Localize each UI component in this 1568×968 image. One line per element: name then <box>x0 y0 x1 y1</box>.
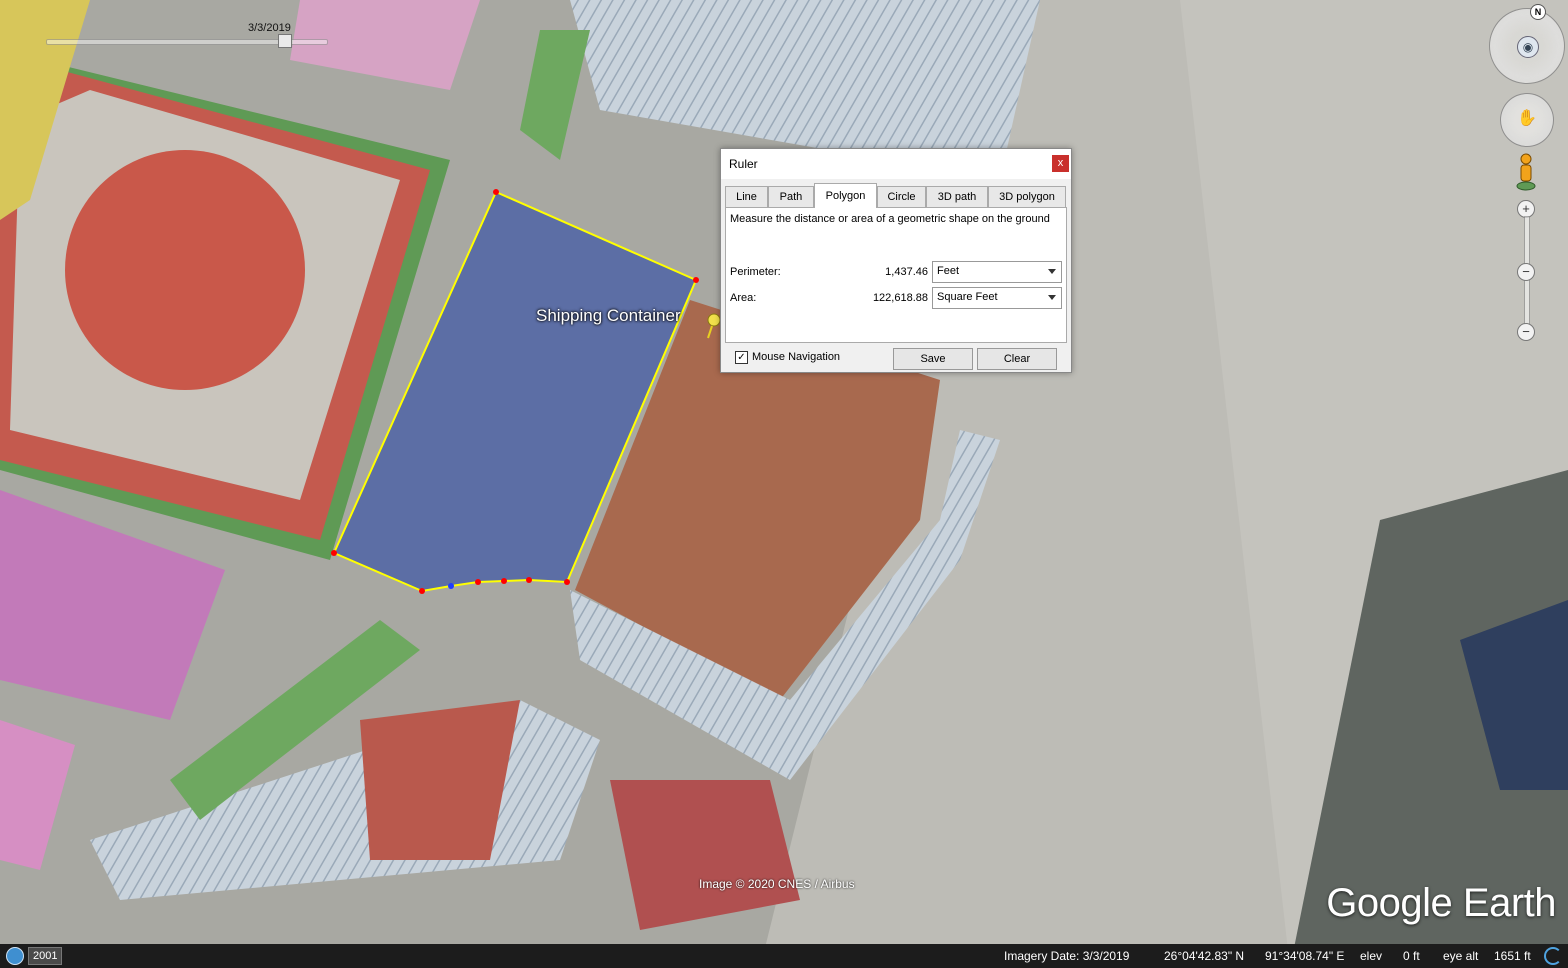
hand-icon[interactable]: ✋ <box>1517 108 1537 130</box>
timeline-date: 3/3/2019 <box>248 22 291 34</box>
clear-button[interactable]: Clear <box>977 348 1057 370</box>
google-earth-logo: Google Earth <box>1326 881 1556 925</box>
eye-icon[interactable]: ◉ <box>1517 36 1539 58</box>
area-value: 122,618.88 <box>872 292 928 304</box>
longitude-readout: 91°34'08.74" E <box>1265 949 1345 963</box>
dialog-title: Ruler <box>729 157 758 171</box>
satellite-map[interactable] <box>0 0 1568 968</box>
imagery-year-badge[interactable]: 2001 <box>28 947 63 965</box>
zoom-slider-thumb[interactable]: − <box>1517 263 1535 281</box>
globe-icon[interactable] <box>6 947 24 965</box>
zoom-out-button[interactable]: − <box>1517 323 1535 341</box>
mouse-navigation-label[interactable]: Mouse Navigation <box>752 351 840 363</box>
pan-control[interactable]: ✋ <box>1500 93 1554 147</box>
save-button[interactable]: Save <box>893 348 973 370</box>
tab-3d-polygon[interactable]: 3D polygon <box>988 186 1066 208</box>
perimeter-unit-select[interactable]: Feet <box>932 261 1062 283</box>
timeline-thumb[interactable] <box>278 34 292 48</box>
ruler-description: Measure the distance or area of a geomet… <box>730 213 1050 225</box>
status-bar: 2001 Imagery Date: 3/3/2019 26°04'42.83"… <box>0 944 1568 968</box>
area-unit-select[interactable]: Square Feet <box>932 287 1062 309</box>
area-label: Area: <box>730 292 757 304</box>
tab-circle[interactable]: Circle <box>877 186 926 208</box>
placemark-label[interactable]: Shipping Container <box>536 306 681 326</box>
compass-look-control[interactable]: N ◉ <box>1489 4 1565 84</box>
pegman-icon[interactable] <box>1516 153 1536 191</box>
perimeter-value: 1,437.46 <box>885 266 928 278</box>
tab-line[interactable]: Line <box>725 186 768 208</box>
perimeter-label: Perimeter: <box>730 266 781 278</box>
eye-altitude-label: eye alt <box>1443 949 1479 963</box>
imagery-date: Imagery Date: 3/3/2019 <box>1004 949 1130 963</box>
latitude-readout: 26°04'42.83" N <box>1164 949 1245 963</box>
elevation-value: 0 ft <box>1403 949 1420 963</box>
north-indicator[interactable]: N <box>1530 4 1546 20</box>
image-credit: Image © 2020 CNES / Airbus <box>699 877 855 891</box>
dialog-titlebar[interactable]: Ruler x <box>721 149 1071 179</box>
elevation-label: elev <box>1360 949 1383 963</box>
area-unit-value: Square Feet <box>937 291 998 303</box>
chevron-down-icon <box>1048 269 1056 274</box>
chevron-down-icon <box>1048 295 1056 300</box>
ruler-dialog: Ruler x Line Path Polygon Circle 3D path… <box>720 148 1072 373</box>
mouse-navigation-checkbox[interactable]: ✓ <box>735 351 748 364</box>
tab-3d-path[interactable]: 3D path <box>926 186 988 208</box>
tab-path[interactable]: Path <box>768 186 814 208</box>
zoom-control[interactable]: + − − <box>1517 198 1535 344</box>
historical-imagery-slider[interactable]: 3/3/2019 <box>28 22 328 52</box>
eye-altitude-value: 1651 ft <box>1494 949 1531 963</box>
close-button[interactable]: x <box>1052 155 1069 172</box>
tab-polygon[interactable]: Polygon <box>814 183 877 208</box>
perimeter-unit-value: Feet <box>937 265 960 277</box>
polygon-panel: Measure the distance or area of a geomet… <box>725 207 1067 343</box>
loading-icon <box>1544 947 1562 965</box>
